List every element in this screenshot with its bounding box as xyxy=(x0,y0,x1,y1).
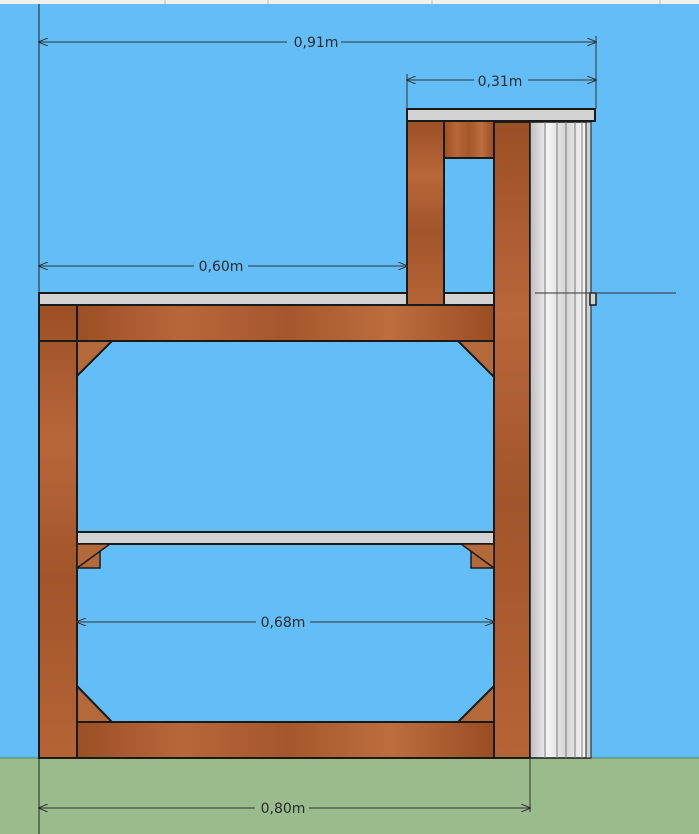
right-post xyxy=(493,121,531,759)
dimension-deck-width-label: 0,60m xyxy=(199,259,244,275)
middle-shelf-board xyxy=(76,531,495,545)
dimension-inner-width-label: 0,68m xyxy=(261,615,306,631)
deck-board-right xyxy=(443,292,495,306)
upper-post xyxy=(406,119,445,306)
drawing-canvas: 0,91m 0,31m 0,60m 0,68m 0,80m xyxy=(0,0,699,834)
upper-shelf-board xyxy=(406,108,596,122)
dimension-upper-width-label: 0,31m xyxy=(478,74,523,90)
toolbar-strip xyxy=(0,0,699,4)
bottom-rail xyxy=(76,721,495,759)
deck-board xyxy=(38,292,408,306)
ground xyxy=(0,758,699,834)
left-post xyxy=(38,304,78,759)
dimension-total-width-label: 0,91m xyxy=(294,35,339,51)
top-apron xyxy=(76,304,495,342)
deck-stub xyxy=(589,292,597,306)
side-panel xyxy=(529,121,592,759)
dimension-base-width-label: 0,80m xyxy=(261,801,306,817)
upper-crossbar xyxy=(443,119,495,159)
